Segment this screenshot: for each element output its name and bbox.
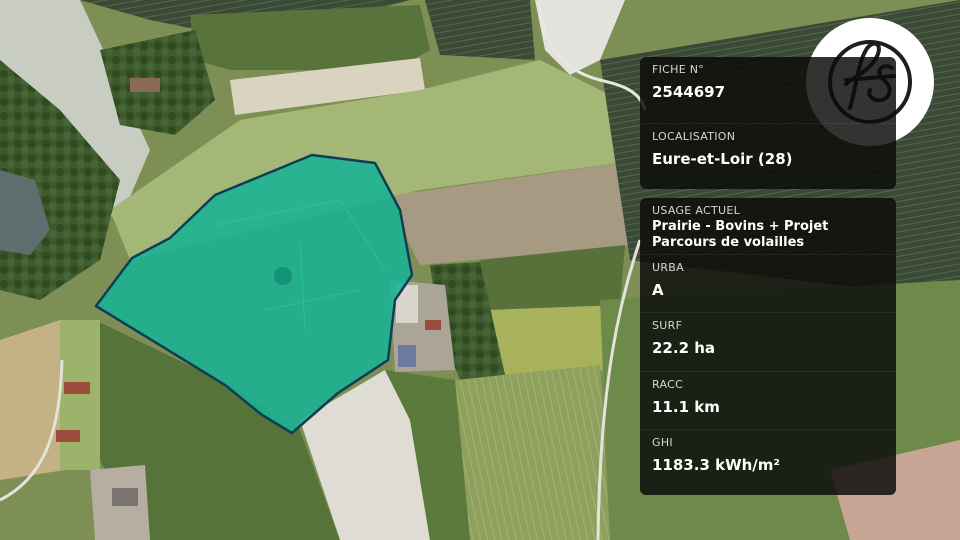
building-southwest-1	[64, 382, 90, 394]
surf-value: 22.2 ha	[652, 339, 716, 357]
info-card-primary: FICHE N° 2544697 LOCALISATION Eure-et-Lo…	[640, 57, 896, 189]
urba-value: A	[652, 281, 664, 299]
fiche-field: FICHE N° 2544697	[640, 57, 896, 123]
ghi-field: GHI 1183.3 kWh/m²	[640, 429, 896, 488]
usage-field: USAGE ACTUEL Prairie - Bovins + Projet P…	[640, 198, 896, 254]
localisation-label: LOCALISATION	[652, 130, 736, 143]
field-green-north	[190, 5, 430, 70]
info-card-details: USAGE ACTUEL Prairie - Bovins + Projet P…	[640, 198, 896, 495]
building-north	[130, 78, 160, 92]
fiche-label: FICHE N°	[652, 63, 705, 76]
localisation-value: Eure-et-Loir (28)	[652, 150, 793, 168]
field-striped-south	[455, 365, 610, 540]
ghi-value: 1183.3 kWh/m²	[652, 456, 780, 474]
usage-value: Prairie - Bovins + Projet Parcours de vo…	[652, 219, 829, 250]
building-southwest-2	[56, 430, 80, 442]
field-yellow-green	[490, 305, 620, 375]
surf-label: SURF	[652, 319, 683, 332]
localisation-field: LOCALISATION Eure-et-Loir (28)	[640, 123, 896, 189]
ghi-label: GHI	[652, 436, 673, 449]
parcel-pond	[274, 267, 292, 285]
building-southwest-3	[112, 488, 138, 506]
racc-field: RACC 11.1 km	[640, 371, 896, 429]
farm-building-2	[398, 345, 416, 367]
surf-field: SURF 22.2 ha	[640, 312, 896, 371]
field-tan-southwest	[0, 320, 65, 480]
usage-label: USAGE ACTUEL	[652, 204, 741, 217]
urba-label: URBA	[652, 261, 684, 274]
racc-label: RACC	[652, 378, 684, 391]
field-light-southwest	[60, 320, 100, 470]
fiche-value: 2544697	[652, 83, 726, 101]
urba-field: URBA A	[640, 254, 896, 312]
farm-building-3	[425, 320, 441, 330]
racc-value: 11.1 km	[652, 398, 720, 416]
field-dark-northeast	[425, 0, 535, 60]
